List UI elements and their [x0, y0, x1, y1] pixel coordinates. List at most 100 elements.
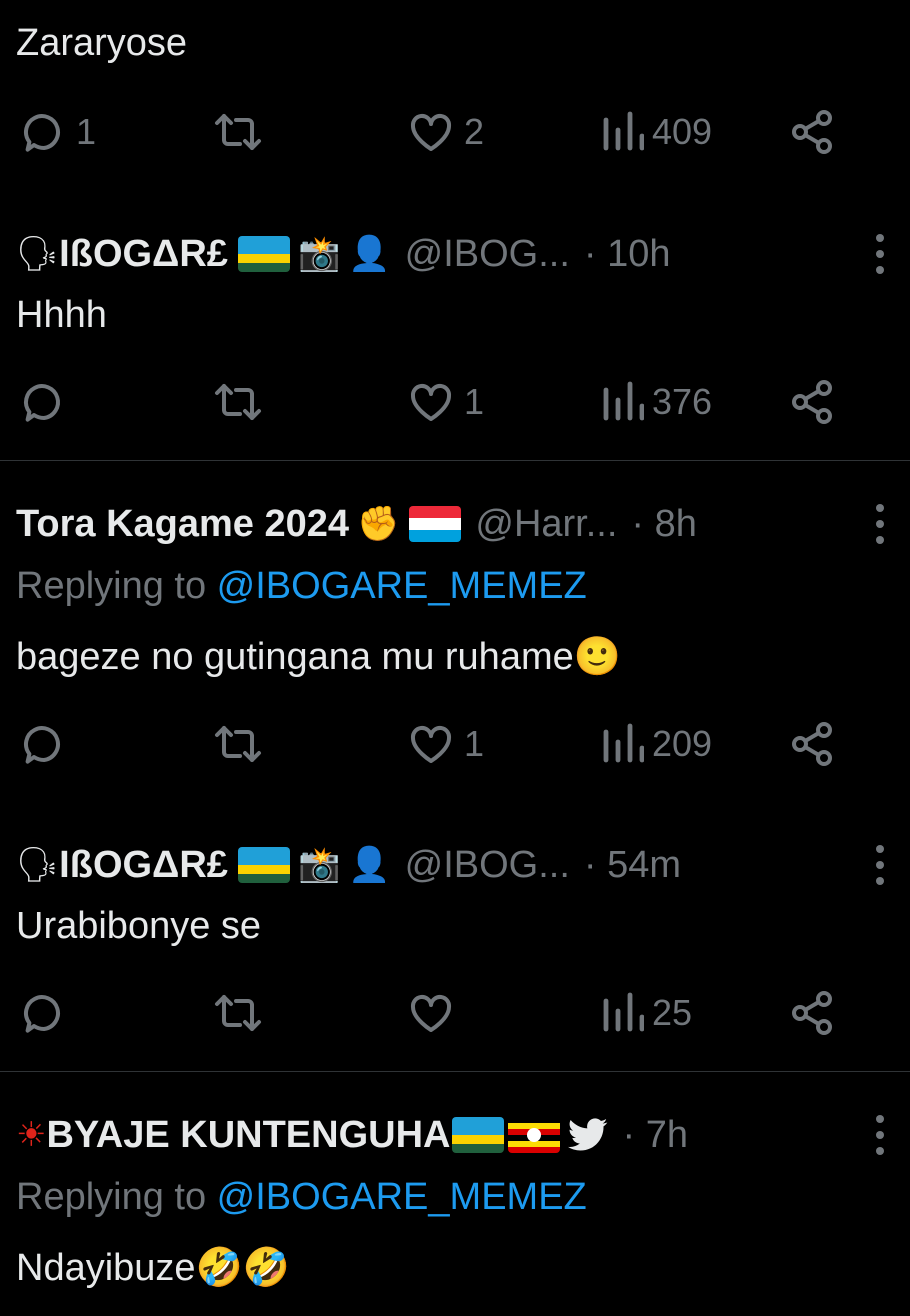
retweet-button[interactable]: [212, 716, 264, 772]
timestamp[interactable]: · 54m: [584, 844, 681, 887]
action-bar: 1 2 409: [20, 104, 850, 160]
like-button[interactable]: [406, 985, 456, 1041]
tweet-3[interactable]: 🗣 IßOGΔR£ 📸 👤 @IBOG... · 54m Urabibonye …: [0, 811, 910, 1071]
views-button[interactable]: 209: [600, 716, 712, 772]
share-icon: [788, 108, 836, 156]
tweet-1[interactable]: 🗣 IßOGΔR£ 📸 👤 @IBOG... · 10h Hhhh 1 376: [0, 190, 910, 460]
bird-icon: [568, 1118, 608, 1152]
rwanda-flag-icon: [237, 236, 290, 272]
silhouette-emoji: 👤: [348, 234, 391, 274]
share-button[interactable]: [788, 985, 836, 1041]
like-button[interactable]: 1: [406, 716, 484, 772]
views-button[interactable]: 376: [600, 374, 712, 430]
tweet-text: Hhhh: [16, 294, 107, 336]
user-handle[interactable]: @IBOG...: [405, 844, 570, 887]
mention-link[interactable]: @IBOGARE_MEMEZ: [217, 1176, 587, 1218]
share-icon: [788, 989, 836, 1037]
tweet-text: Urabibonye se: [16, 905, 262, 947]
share-icon: [788, 720, 836, 768]
speaking-head-emoji: 🗣: [16, 845, 60, 885]
like-button[interactable]: 1: [406, 374, 484, 430]
views-count: 25: [652, 992, 693, 1033]
tweet-2[interactable]: Tora Kagame 2024 ✊ @Harr... · 8h Replyin…: [0, 461, 910, 811]
rwanda-flag-icon: [452, 1117, 505, 1153]
more-icon[interactable]: [866, 1115, 894, 1155]
reply-icon: [20, 989, 68, 1037]
like-icon: [406, 108, 456, 156]
camera-emoji: 📸: [297, 845, 341, 885]
views-count: 209: [652, 723, 713, 764]
like-button[interactable]: 2: [406, 104, 484, 160]
silhouette-emoji: 👤: [348, 845, 391, 885]
timestamp[interactable]: · 8h: [631, 503, 696, 546]
share-button[interactable]: [788, 374, 836, 430]
views-icon: [600, 989, 644, 1037]
timestamp[interactable]: · 7h: [622, 1114, 687, 1157]
action-bar: 1 376: [20, 374, 850, 430]
action-bar: 1 209: [20, 716, 850, 772]
replying-prefix: Replying to: [16, 1176, 217, 1218]
display-name[interactable]: IßOGΔR£: [59, 844, 228, 887]
like-icon: [406, 378, 456, 426]
speaking-head-emoji: 🗣: [16, 234, 60, 274]
raised-fist-emoji: ✊: [357, 504, 400, 544]
share-button[interactable]: [788, 104, 836, 160]
like-icon: [406, 720, 456, 768]
replying-to: Replying to @IBOGARE_MEMEZ: [16, 565, 587, 608]
retweet-button[interactable]: [212, 104, 264, 160]
reply-button[interactable]: 1: [20, 104, 96, 160]
reply-icon: [20, 108, 68, 156]
retweet-icon: [212, 720, 264, 768]
like-count: 1: [464, 381, 485, 422]
like-count: 1: [464, 723, 485, 764]
views-count: 409: [652, 111, 713, 152]
views-button[interactable]: 25: [600, 985, 692, 1041]
display-name[interactable]: IßOGΔR£: [59, 233, 228, 276]
reply-icon: [20, 378, 68, 426]
reply-count: 1: [76, 111, 97, 152]
tweet-text: Zararyose: [16, 22, 188, 64]
rwanda-flag-icon: [237, 847, 290, 883]
retweet-icon: [212, 108, 264, 156]
retweet-icon: [212, 989, 264, 1037]
tweet-header: Tora Kagame 2024 ✊ @Harr... · 8h: [16, 498, 894, 550]
retweet-icon: [212, 378, 264, 426]
camera-emoji: 📸: [297, 234, 341, 274]
tweet-header: 🗣 IßOGΔR£ 📸 👤 @IBOG... · 54m: [16, 839, 894, 891]
tweet-text: Ndayibuze🤣🤣: [16, 1247, 291, 1289]
like-icon: [406, 989, 456, 1037]
more-icon[interactable]: [866, 845, 894, 885]
reply-button[interactable]: [20, 374, 68, 430]
like-count: 2: [464, 111, 485, 152]
tweet-header: ☀ BYAJE KUNTENGUHA 🐦 · 7h: [16, 1109, 894, 1161]
display-name[interactable]: Tora Kagame 2024: [16, 503, 349, 546]
views-icon: [600, 378, 644, 426]
tweet-header: 🗣 IßOGΔR£ 📸 👤 @IBOG... · 10h: [16, 228, 894, 280]
tweet-0[interactable]: Zararyose 1 2 409: [0, 0, 910, 190]
tweet-text: bageze no gutingana mu ruhame🙂: [16, 636, 622, 678]
retweet-button[interactable]: [212, 985, 264, 1041]
display-name[interactable]: BYAJE KUNTENGUHA: [46, 1114, 450, 1157]
mention-link[interactable]: @IBOGARE_MEMEZ: [217, 565, 587, 607]
reply-icon: [20, 720, 68, 768]
views-button[interactable]: 409: [600, 104, 712, 160]
tweet-4[interactable]: ☀ BYAJE KUNTENGUHA 🐦 · 7h Replying to @I…: [0, 1072, 910, 1316]
views-count: 376: [652, 381, 713, 422]
replying-prefix: Replying to: [16, 565, 217, 607]
more-icon[interactable]: [866, 234, 894, 274]
reply-button[interactable]: [20, 716, 68, 772]
reply-button[interactable]: [20, 985, 68, 1041]
user-handle[interactable]: @Harr...: [475, 503, 617, 546]
share-button[interactable]: [788, 716, 836, 772]
more-icon[interactable]: [866, 504, 894, 544]
user-handle[interactable]: @IBOG...: [405, 233, 570, 276]
action-bar: 25: [20, 985, 850, 1041]
replying-to: Replying to @IBOGARE_MEMEZ: [16, 1176, 587, 1219]
views-icon: [600, 108, 644, 156]
share-icon: [788, 378, 836, 426]
luxembourg-flag-icon: [409, 506, 462, 542]
uganda-flag-icon: [508, 1117, 561, 1153]
timestamp[interactable]: · 10h: [584, 233, 671, 276]
retweet-button[interactable]: [212, 374, 264, 430]
views-icon: [600, 720, 644, 768]
